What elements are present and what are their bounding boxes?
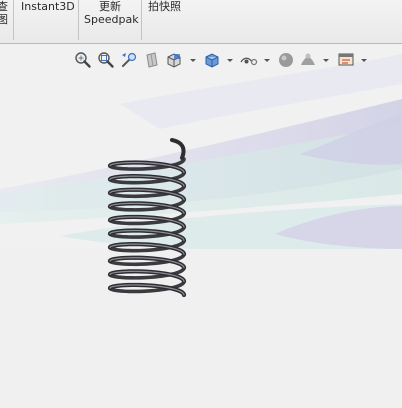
update-speedpak-label-line2: Speedpak xyxy=(84,13,139,26)
partial-view-label-line1: 查 xyxy=(0,0,8,13)
view-settings-icon[interactable] xyxy=(337,51,355,69)
hide-show-items-icon[interactable] xyxy=(240,51,258,69)
take-snapshot-label: 拍快照 xyxy=(148,0,181,13)
graphics-area[interactable] xyxy=(0,44,402,408)
spring-model[interactable] xyxy=(0,44,402,408)
spring-end-tail[interactable] xyxy=(170,138,186,160)
section-view-icon[interactable] xyxy=(143,51,161,69)
display-style-icon[interactable] xyxy=(203,51,221,69)
partial-view-label-line2: 图 xyxy=(0,13,8,26)
chevron-down-icon[interactable] xyxy=(360,54,368,66)
chevron-down-icon[interactable] xyxy=(189,54,197,66)
ribbon-separator xyxy=(13,0,14,40)
instant3d-button[interactable]: Instant3D xyxy=(21,0,75,13)
chevron-down-icon[interactable] xyxy=(263,54,271,66)
apply-scene-icon[interactable] xyxy=(299,51,317,69)
update-speedpak-button[interactable]: 更新 Speedpak xyxy=(84,0,139,26)
zoom-to-fit-icon[interactable] xyxy=(74,51,92,69)
instant3d-label: Instant3D xyxy=(21,0,75,13)
chevron-down-icon[interactable] xyxy=(322,54,330,66)
view-orientation-icon[interactable] xyxy=(165,51,183,69)
zoom-to-area-icon[interactable] xyxy=(97,51,115,69)
chevron-down-icon[interactable] xyxy=(226,54,234,66)
ribbon-separator xyxy=(78,0,79,40)
edit-appearance-icon[interactable] xyxy=(277,51,295,69)
previous-view-icon[interactable] xyxy=(120,51,138,69)
ribbon-separator xyxy=(141,0,142,40)
take-snapshot-button[interactable]: 拍快照 xyxy=(148,0,181,13)
update-speedpak-label-line1: 更新 xyxy=(99,0,121,13)
partial-view-button[interactable]: 查 图 xyxy=(0,0,9,26)
heads-up-view-toolbar xyxy=(0,44,402,76)
command-manager-ribbon: 查 图 Instant3D 更新 Speedpak 拍快照 xyxy=(0,0,402,44)
